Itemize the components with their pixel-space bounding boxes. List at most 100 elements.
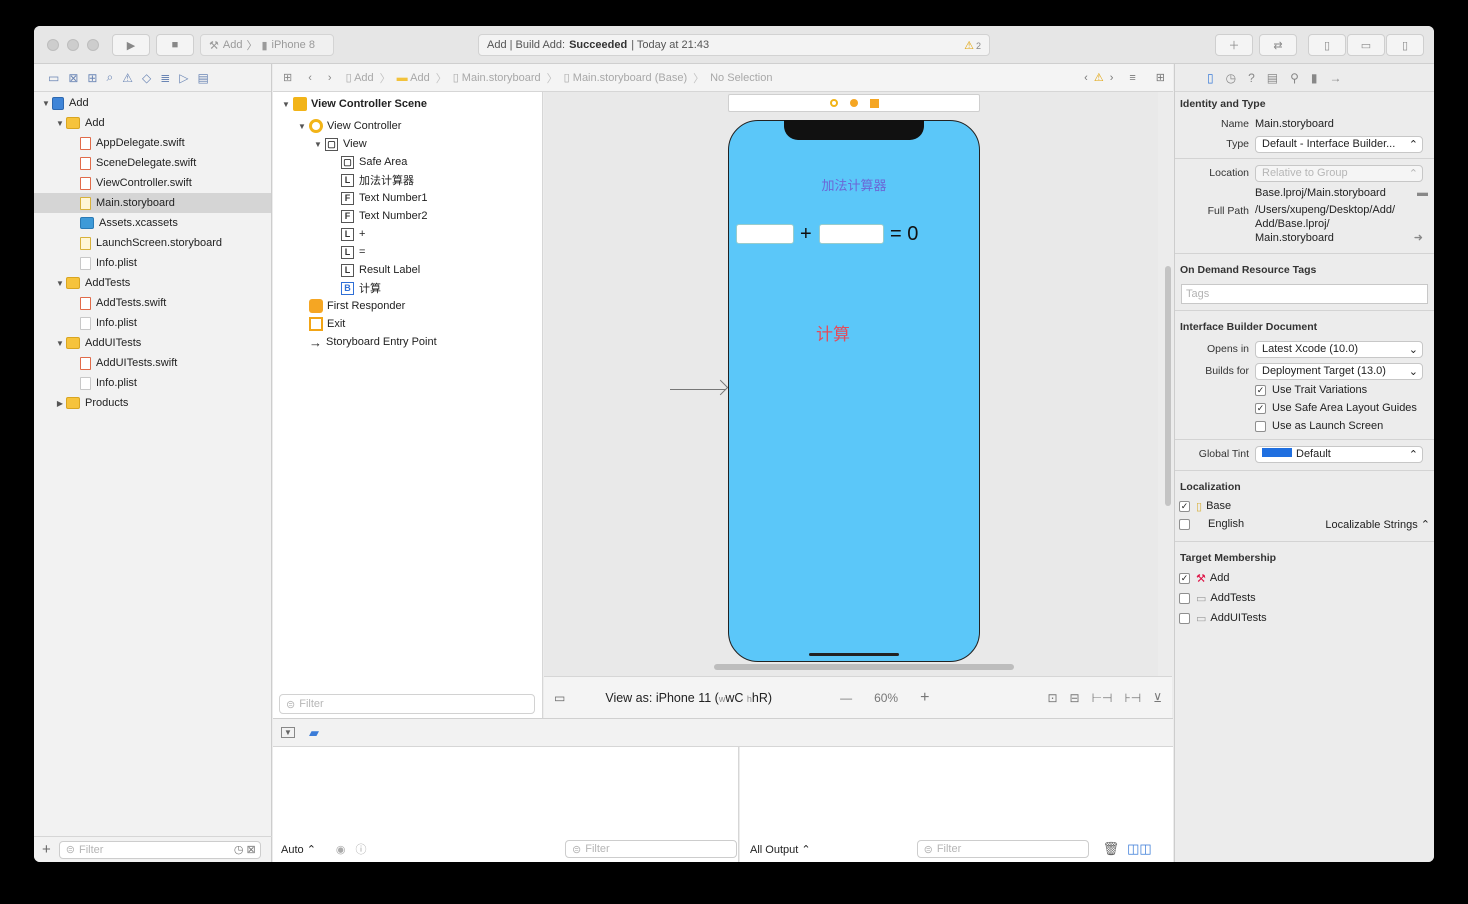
iphone-frame[interactable]: 加法计算器 + = 0 计算 [728,120,980,662]
source-control-icon[interactable]: ⊠ [68,71,78,85]
stop-button[interactable]: ■ [156,34,194,56]
zoom-out-button[interactable]: — [840,691,852,705]
outline-view-controller[interactable]: ▼ View Controller [273,117,542,135]
eye-icon[interactable]: ◉ [336,843,346,856]
search-icon[interactable]: ⌕ [106,70,113,85]
outline-filter-input[interactable]: ⊜ Filter [279,694,535,714]
breakpoints-toggle-icon[interactable]: ▰ [309,725,319,741]
attributes-inspector-icon[interactable]: ⚲ [1290,71,1299,85]
horizontal-scrollbar[interactable] [714,664,1014,670]
identity-inspector-icon[interactable]: ▤ [1267,71,1278,85]
resolve-issues-icon[interactable]: ⊻ [1153,691,1162,705]
outline-item[interactable]: ▢ Safe Area [273,153,542,171]
global-tint-popup[interactable]: Default ⌃ [1255,445,1423,463]
library-button[interactable]: ＋ [1215,34,1253,56]
file-tree-item[interactable]: Assets.xcassets [34,213,271,233]
report-icon[interactable]: ▤ [198,71,209,85]
file-tree-item[interactable]: AddTests.swift [34,293,271,313]
safe-area-checkbox[interactable]: ✓ [1255,402,1266,414]
auto-selector[interactable]: Auto ⌃ [281,843,316,856]
toggle-inspector-button[interactable]: ▯ [1386,34,1424,56]
file-tree-item[interactable]: ▼ AddUITests [34,333,271,353]
file-tree-item[interactable]: Info.plist [34,313,271,333]
scheme-selector[interactable]: ⚒ Add 〉 ▮ iPhone 8 [200,34,334,56]
run-button[interactable]: ▶ [112,34,150,56]
related-items-icon[interactable]: ⊞ [283,71,292,84]
minimize-window-button[interactable] [67,39,79,51]
zoom-window-button[interactable] [87,39,99,51]
debug-icon[interactable]: ≣ [160,71,170,85]
text-number1-field[interactable] [736,224,794,244]
device-config-button[interactable]: View as: iPhone 11 (wwC hhR) [605,691,772,705]
issue-icon[interactable]: ⚠ [122,71,133,85]
forward-icon[interactable]: › [328,72,332,84]
file-tree-item[interactable]: SceneDelegate.swift [34,153,271,173]
file-tree-item[interactable]: ▶ Products [34,393,271,413]
connections-inspector-icon[interactable]: → [1330,71,1342,85]
info-icon[interactable]: ⓘ [356,841,367,857]
disclosure-open-icon[interactable]: ▼ [295,122,309,131]
builds-for-popup[interactable]: Deployment Target (13.0) ⌄ [1255,362,1423,380]
close-window-button[interactable] [47,39,59,51]
hide-debug-icon[interactable]: ▼ [281,727,295,738]
split-view-icon[interactable]: ◫◫ [1127,841,1152,857]
disclosure-open-icon[interactable]: ▼ [40,99,52,108]
file-tree-item[interactable]: Info.plist [34,373,271,393]
first-responder-dock-icon[interactable] [849,99,858,107]
disclosure-open-icon[interactable]: ▼ [279,100,293,109]
console-filter-input[interactable]: ⊜ Filter [916,840,1089,858]
file-tree-item[interactable]: ▼ Add [34,93,271,113]
result-label[interactable]: = 0 [890,223,918,246]
type-popup[interactable]: Default - Interface Builder... ⌃ [1255,135,1423,153]
file-tree-item[interactable]: Main.storyboard [34,193,271,213]
scene-dock[interactable] [728,94,980,112]
outline-view[interactable]: ▼ ▢ View [273,135,542,153]
breadcrumb-folder[interactable]: ▬ Add [397,72,430,84]
launch-screen-checkbox[interactable] [1255,420,1266,432]
outline-item[interactable]: L + [273,225,542,243]
target-addtests-checkbox[interactable] [1179,592,1190,604]
base-localization-checkbox[interactable]: ✓ [1179,500,1190,512]
title-label[interactable]: 加法计算器 [729,175,979,194]
pin-icon[interactable]: ⊦⊣ [1125,691,1142,705]
navigator-filter-input[interactable]: ⊜ Filter ◷ ⊠ [58,840,261,859]
code-review-button[interactable]: ⇄ [1259,34,1297,56]
english-localization-checkbox[interactable] [1179,518,1190,530]
target-adduitests-checkbox[interactable] [1179,612,1190,624]
update-frames-icon[interactable]: ⊡ [1047,691,1057,705]
breadcrumb-project[interactable]: ▯ Add [346,71,374,84]
file-tree-item[interactable]: AppDelegate.swift [34,133,271,153]
folder-reveal-icon[interactable]: ▬ [1417,187,1428,199]
outline-exit[interactable]: Exit [273,315,542,333]
outline-item[interactable]: F Text Number2 [273,207,542,225]
toggle-outline-icon[interactable]: ▭ [554,691,565,705]
breadcrumb-storyboard[interactable]: ▯ Main.storyboard [453,71,541,84]
add-file-icon[interactable]: + [42,841,51,858]
variables-filter-input[interactable]: ⊜ Filter [565,840,737,858]
file-tree-item[interactable]: AddUITests.swift [34,353,271,373]
breadcrumb-selection[interactable]: No Selection [710,72,772,84]
warning-indicator[interactable]: ⚠ 2 [964,39,981,52]
vertical-scrollbar[interactable] [1165,266,1171,506]
plus-label[interactable]: + [800,223,812,246]
back-icon[interactable]: ‹ [308,72,312,84]
editor-options-icon[interactable]: ≡ [1129,72,1135,84]
outline-item[interactable]: L Result Label [273,261,542,279]
prev-issue-icon[interactable]: ‹ [1084,72,1088,84]
file-tree-item[interactable]: LaunchScreen.storyboard [34,233,271,253]
symbol-icon[interactable]: ⊞ [87,71,97,85]
next-issue-icon[interactable]: › [1110,72,1114,84]
file-tree-item[interactable]: Info.plist [34,253,271,273]
location-popup[interactable]: Relative to Group ⌃ [1255,164,1423,182]
breakpoint-icon[interactable]: ▷ [179,71,188,85]
disclosure-open-icon[interactable]: ▼ [311,140,325,149]
file-tree-item[interactable]: ▼ Add [34,113,271,133]
reveal-arrow-icon[interactable]: ➜ [1414,231,1423,245]
trait-variations-checkbox[interactable]: ✓ [1255,384,1266,396]
outline-item[interactable]: B 计算 [273,279,542,297]
file-name-value[interactable]: Main.storyboard [1255,118,1334,130]
stack-icon[interactable]: ⊟ [1070,691,1080,705]
test-icon[interactable]: ◇ [142,71,151,85]
file-tree-item[interactable]: ViewController.swift [34,173,271,193]
target-add-checkbox[interactable]: ✓ [1179,572,1190,584]
